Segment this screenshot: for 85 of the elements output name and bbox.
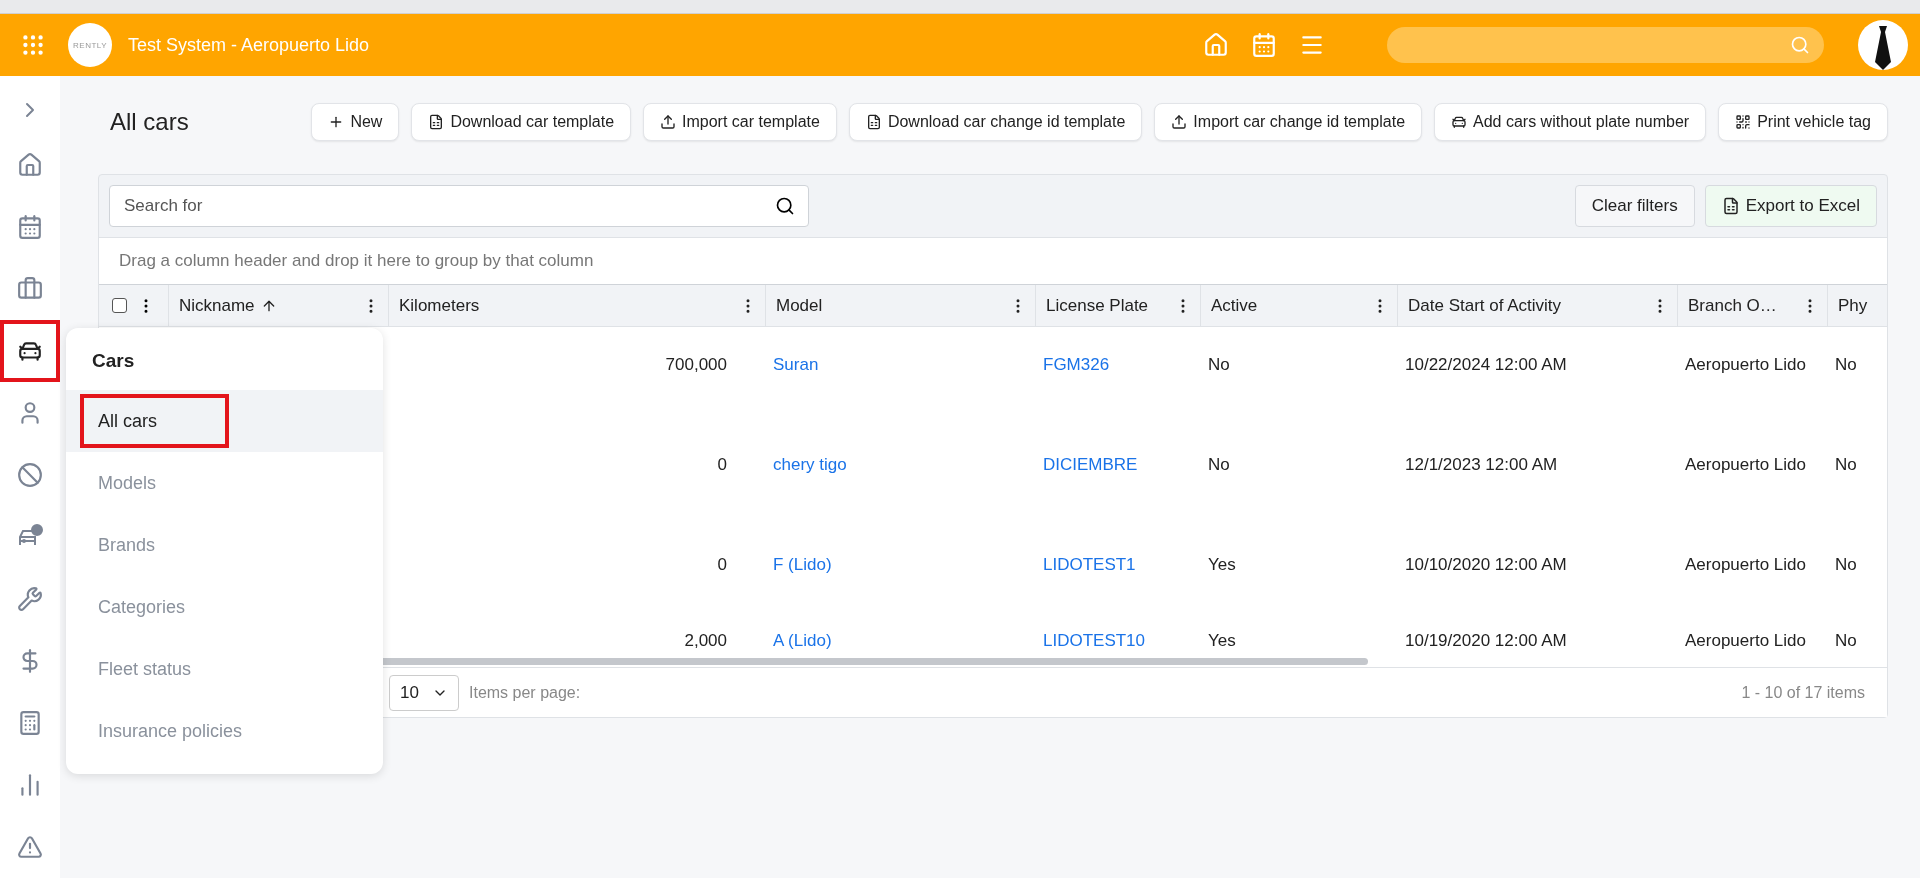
column-label: Branch O…	[1688, 295, 1777, 316]
toolbar-button[interactable]: Download car change id template	[848, 103, 1143, 141]
table-cell-text: No	[1834, 555, 1858, 575]
table-cell-text: 700,000	[664, 354, 728, 375]
app-title: Test System - Aeropuerto Lido	[128, 34, 371, 56]
table-cell-text: Aeropuerto Lido	[1684, 454, 1807, 475]
menu-item[interactable]: All cars	[66, 390, 383, 452]
table-cell-text: 12/1/2023 12:00 AM	[1404, 454, 1559, 475]
column-header[interactable]: Active	[1200, 285, 1397, 326]
upload-icon	[1171, 114, 1188, 130]
apps-grid-icon[interactable]	[20, 32, 46, 58]
column-label: Active	[1211, 295, 1258, 316]
model-link[interactable]: chery tigo	[765, 454, 1035, 475]
car-icon	[1451, 114, 1468, 130]
per-page-label: Items per page:	[469, 683, 581, 702]
page-title: All cars	[110, 108, 189, 136]
table-cell-text: Yes	[1207, 630, 1237, 651]
column-label: Model	[776, 295, 823, 316]
wrench-icon	[17, 586, 43, 612]
toolbar-button[interactable]: Add cars without plate number	[1434, 103, 1707, 141]
ban-icon	[17, 462, 43, 488]
home-icon[interactable]	[1203, 32, 1229, 58]
calendar-icon[interactable]	[1251, 32, 1277, 58]
column-header[interactable]: Nickname	[168, 285, 388, 326]
toolbar-button[interactable]: Print vehicle tag	[1718, 103, 1888, 141]
menu-title: Cars	[91, 349, 136, 373]
column-header[interactable]: License Plate	[1035, 285, 1200, 326]
search-field[interactable]: Search for	[109, 185, 809, 227]
plate-link[interactable]: FGM326	[1035, 354, 1200, 375]
table-cell-text: No	[1834, 454, 1858, 475]
spreadsheet-icon	[428, 114, 445, 130]
table-cell-text: No	[1207, 354, 1231, 375]
column-label: Phy	[1838, 295, 1868, 316]
spreadsheet-icon	[1721, 197, 1740, 215]
table-cell-text: 0	[716, 555, 728, 575]
export-button[interactable]: Export to Excel	[1704, 185, 1877, 227]
upload-icon	[660, 114, 677, 130]
column-label: Kilometers	[399, 295, 480, 316]
home-icon	[17, 152, 43, 178]
toolbar-button[interactable]: Download car template	[411, 103, 632, 141]
search-field[interactable]	[1387, 27, 1824, 63]
table-cell-text: No	[1207, 454, 1231, 475]
table-cell-text: Yes	[1207, 555, 1237, 575]
avatar[interactable]	[1858, 20, 1908, 70]
table-cell-text: Aeropuerto Lido	[1684, 630, 1807, 651]
model-link[interactable]: Suran	[765, 354, 1035, 375]
checkbox[interactable]	[112, 298, 127, 313]
toolbar-button[interactable]: New	[311, 103, 400, 141]
model-link[interactable]: F (Lido)	[765, 555, 1035, 575]
toolbar-button[interactable]: Import car change id template	[1154, 103, 1423, 141]
column-label: Nickname	[179, 295, 255, 316]
table-cell-text: No	[1834, 354, 1858, 375]
table-cell-text: No	[1834, 630, 1858, 651]
briefcase-icon	[17, 276, 43, 302]
group-hint: Drag a column header and drop it here to group by that column	[99, 237, 1887, 285]
column-header[interactable]: Kilometers	[388, 285, 765, 326]
column-label: Date Start of Activity	[1408, 295, 1562, 316]
plate-link[interactable]: DICIEMBRE	[1035, 454, 1200, 475]
column-header[interactable]: Date Start of Activity	[1397, 285, 1677, 326]
table-cell-text: Aeropuerto Lido	[1684, 555, 1807, 575]
toolbar-button[interactable]: Import car template	[643, 103, 837, 141]
column-header[interactable]: Phy	[1827, 285, 1887, 326]
model-link[interactable]: A (Lido)	[765, 630, 1035, 651]
column-label: License Plate	[1046, 295, 1149, 316]
calculator-icon	[17, 710, 43, 736]
warning-icon	[17, 834, 43, 860]
column-header[interactable]: Model	[765, 285, 1035, 326]
table-cell-text: 10/10/2020 12:00 AM	[1404, 555, 1568, 575]
page-summary: 1 - 10 of 17 items	[1741, 683, 1865, 702]
clear-filters-button[interactable]: Clear filters	[1574, 185, 1695, 227]
search-icon	[775, 196, 795, 216]
page-size-select[interactable]: 10	[389, 674, 459, 711]
menu-link[interactable]: All cars	[80, 394, 229, 448]
qr-code-icon	[1735, 114, 1752, 130]
table-cell-text: 10/22/2024 12:00 AM	[1404, 354, 1568, 375]
table-cell-text: 2,000	[683, 630, 728, 651]
spreadsheet-icon	[865, 114, 882, 130]
table-cell-text: 10/19/2020 12:00 AM	[1404, 630, 1568, 651]
column-header[interactable]: Branch O…	[1677, 285, 1827, 326]
plate-link[interactable]: LIDOTEST1	[1035, 555, 1200, 575]
logo: RENTLY	[68, 23, 112, 67]
plate-link[interactable]: LIDOTEST10	[1035, 630, 1200, 651]
calendar-icon	[17, 214, 43, 240]
table-cell-text: Aeropuerto Lido	[1684, 354, 1807, 375]
table-cell-text: 0	[716, 454, 728, 475]
